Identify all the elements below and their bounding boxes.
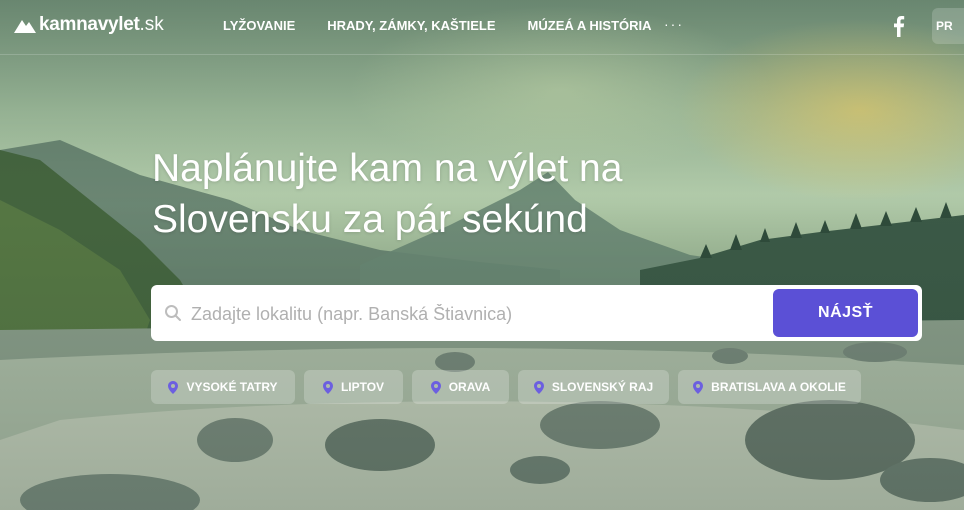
chip-label: ORAVA [448,380,491,394]
page-title: Naplánujte kam na výlet na Slovensku za … [152,143,752,245]
main-nav: LYŽOVANIE HRADY, ZÁMKY, KAŠTIELE MÚZEÁ A… [223,18,684,33]
nav-item-lyzovanie[interactable]: LYŽOVANIE [223,18,295,33]
map-pin-icon [168,380,179,394]
header-action-button[interactable]: PR [932,8,964,44]
dark-overlay [0,0,964,510]
facebook-icon[interactable] [890,15,906,37]
chip-vysoke-tatry[interactable]: VYSOKÉ TATRY [151,370,295,404]
hero-background-photo [0,0,964,510]
site-header: kamnavylet .sk LYŽOVANIE HRADY, ZÁMKY, KA… [0,0,964,55]
chip-liptov[interactable]: LIPTOV [304,370,403,404]
chip-slovensky-raj[interactable]: SLOVENSKÝ RAJ [518,370,669,404]
search-icon [165,305,181,321]
mountain-icon [14,20,36,33]
nav-item-hrady[interactable]: HRADY, ZÁMKY, KAŠTIELE [327,18,495,33]
site-logo[interactable]: kamnavylet .sk [14,14,164,36]
chip-label: SLOVENSKÝ RAJ [551,380,654,394]
logo-tld: .sk [139,14,164,35]
chip-orava[interactable]: ORAVA [412,370,509,404]
chip-label: LIPTOV [340,380,385,394]
search-input[interactable] [189,293,763,335]
chip-label: BRATISLAVA A OKOLIE [711,380,846,394]
map-pin-icon [693,380,704,394]
logo-name: kamnavylet [39,14,140,35]
map-pin-icon [322,380,333,394]
search-bar: NÁJSŤ [151,285,922,341]
more-menu-icon[interactable]: ··· [664,16,684,32]
chip-label: VYSOKÉ TATRY [186,380,278,394]
map-pin-icon [430,380,441,394]
headline-line-2: Slovensku za pár sekúnd [152,198,588,241]
chip-bratislava[interactable]: BRATISLAVA A OKOLIE [678,370,861,404]
search-button[interactable]: NÁJSŤ [773,289,918,337]
nav-item-muzea[interactable]: MÚZEÁ A HISTÓRIA [528,18,652,33]
map-pin-icon [533,380,544,394]
headline-line-1: Naplánujte kam na výlet na [152,147,623,190]
